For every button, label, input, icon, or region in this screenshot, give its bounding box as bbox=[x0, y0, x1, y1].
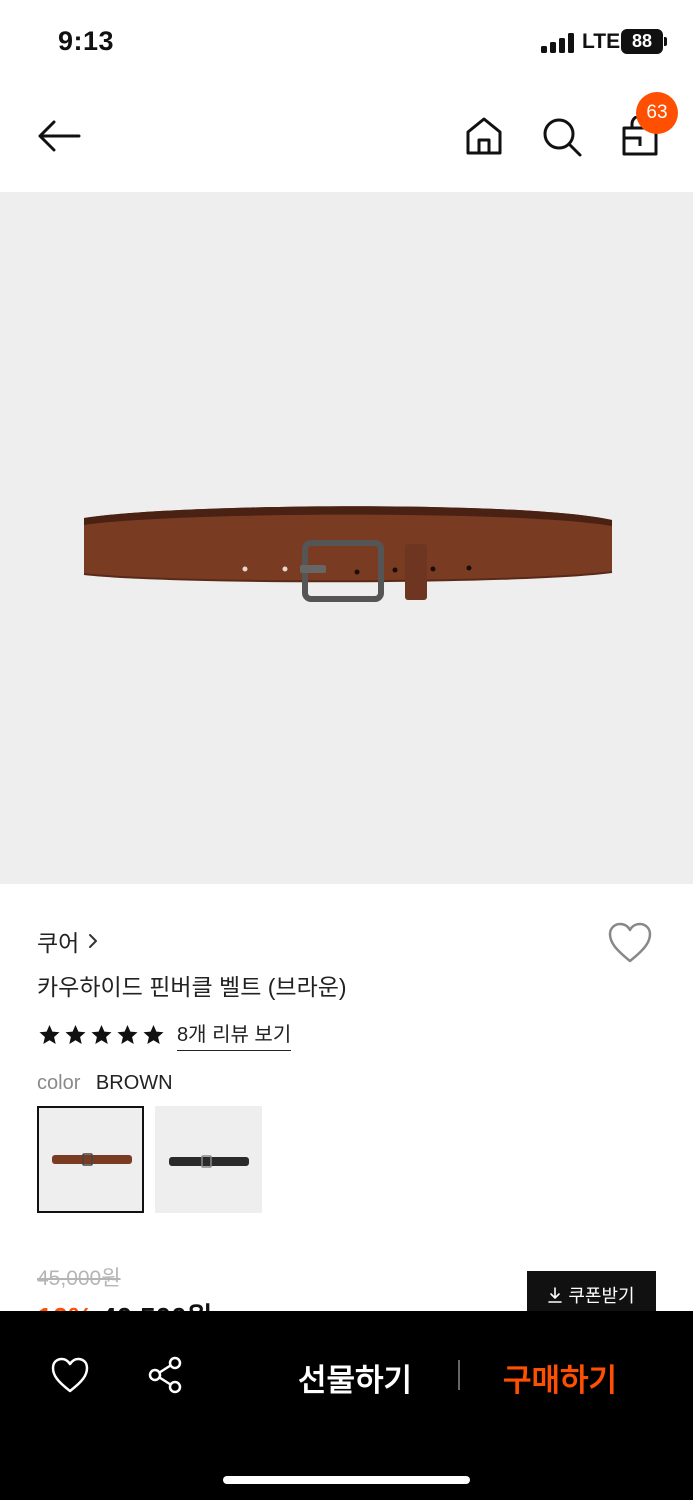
back-arrow-icon[interactable] bbox=[36, 118, 82, 154]
gift-button[interactable]: 선물하기 bbox=[298, 1355, 412, 1400]
color-swatch-brown[interactable] bbox=[37, 1106, 144, 1213]
brand-link[interactable]: 쿠어 bbox=[37, 924, 99, 958]
battery-tip bbox=[664, 37, 667, 46]
download-icon bbox=[548, 1287, 563, 1303]
heart-icon[interactable] bbox=[50, 1356, 90, 1394]
original-price: 45,000원 bbox=[37, 1267, 121, 1290]
home-icon[interactable] bbox=[464, 115, 504, 157]
product-title: 카우하이드 핀버클 벨트 (브라운) bbox=[37, 974, 347, 1000]
status-bar: 9:13 LTE 88 bbox=[0, 0, 693, 86]
rating-row: 8개 리뷰 보기 bbox=[37, 1018, 292, 1051]
signal-icon bbox=[541, 33, 575, 53]
black-belt-thumbnail bbox=[169, 1155, 249, 1168]
star-icon bbox=[65, 1024, 86, 1044]
coupon-label: 쿠폰받기 bbox=[568, 1286, 635, 1306]
belt-photo bbox=[83, 506, 613, 602]
share-icon[interactable] bbox=[146, 1356, 186, 1394]
star-icon bbox=[91, 1024, 112, 1044]
button-divider bbox=[458, 1360, 460, 1390]
product-image[interactable] bbox=[0, 192, 693, 884]
rating-stars bbox=[37, 1023, 166, 1047]
review-link[interactable]: 8개 리뷰 보기 bbox=[177, 1018, 292, 1051]
color-swatch-black[interactable] bbox=[155, 1106, 262, 1213]
top-navigation bbox=[0, 86, 693, 192]
product-detail-page: 9:13 LTE 88 63 쿠어 카우하이드 핀버클 벨트 (브라운) 8개 … bbox=[0, 0, 693, 1500]
heart-icon[interactable] bbox=[607, 921, 653, 965]
brown-belt-thumbnail bbox=[52, 1153, 132, 1166]
bottom-action-bar bbox=[0, 1311, 693, 1500]
color-row: color BROWN bbox=[37, 1072, 173, 1095]
star-icon bbox=[143, 1024, 164, 1044]
status-time: 9:13 bbox=[58, 26, 115, 56]
star-icon bbox=[39, 1024, 60, 1044]
network-label: LTE bbox=[582, 30, 621, 53]
buy-button[interactable]: 구매하기 bbox=[503, 1355, 617, 1400]
home-indicator bbox=[223, 1476, 470, 1484]
search-icon[interactable] bbox=[541, 116, 583, 158]
brand-name: 쿠어 bbox=[37, 930, 80, 956]
cart-count-badge: 63 bbox=[636, 92, 678, 134]
color-label: color bbox=[37, 1072, 81, 1094]
chevron-right-icon bbox=[89, 934, 98, 948]
battery-icon: 88 bbox=[621, 29, 663, 54]
color-value: BROWN bbox=[95, 1072, 173, 1094]
star-icon bbox=[117, 1024, 138, 1044]
